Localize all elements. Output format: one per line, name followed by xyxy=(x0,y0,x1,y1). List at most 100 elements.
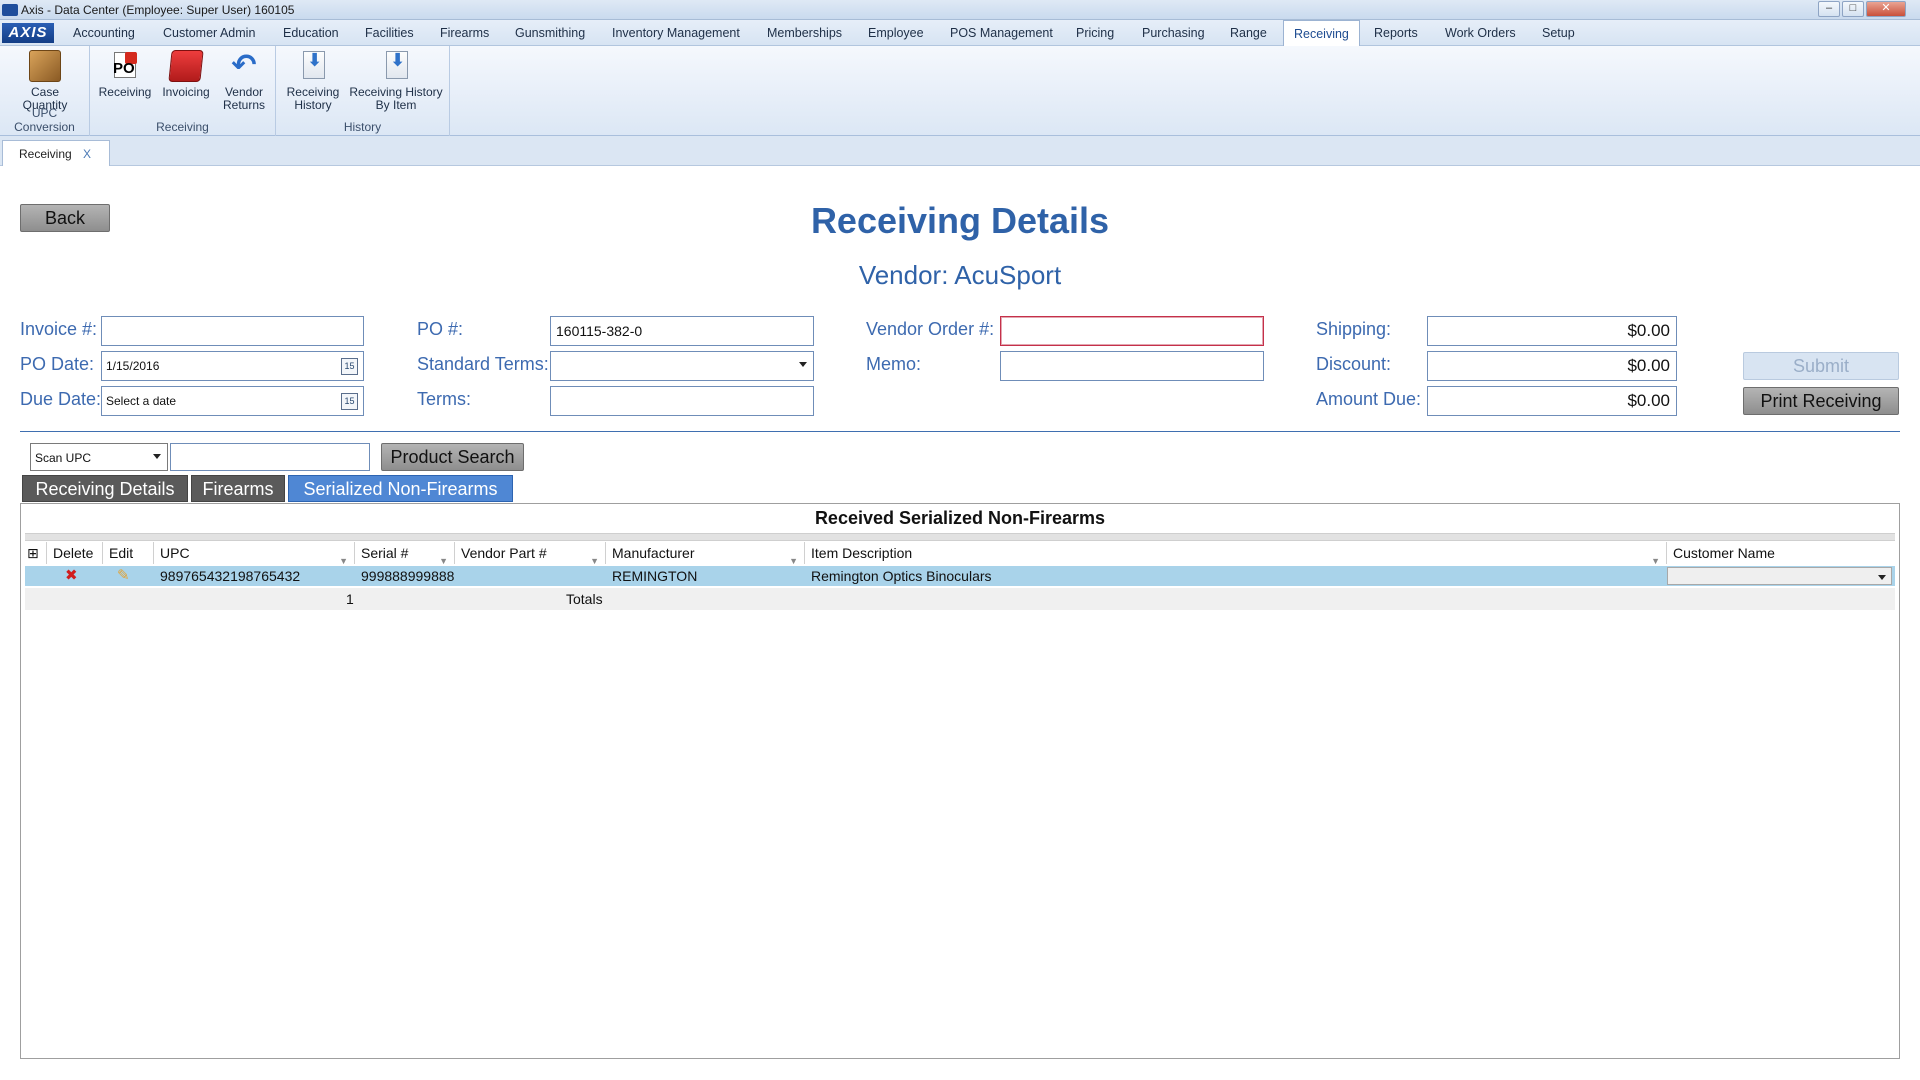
pencil-icon[interactable]: ✎ xyxy=(111,566,130,586)
menu-facilities[interactable]: Facilities xyxy=(365,20,414,46)
calendar-icon[interactable]: 15 xyxy=(341,393,358,410)
menu-memberships[interactable]: Memberships xyxy=(767,20,842,46)
menu-gunsmithing[interactable]: Gunsmithing xyxy=(515,20,585,46)
doc-tab-receiving[interactable]: Receiving X xyxy=(2,140,110,166)
history-icon: ⬇ xyxy=(380,50,412,82)
tab-firearms[interactable]: Firearms xyxy=(191,475,285,502)
main-menu-bar: AXIS Accounting Customer Admin Education… xyxy=(0,20,1920,47)
menu-receiving[interactable]: Receiving xyxy=(1283,20,1360,47)
case-quantity-button[interactable]: Case Quantity xyxy=(4,50,86,112)
close-window-button[interactable]: ✕ xyxy=(1866,1,1906,17)
calendar-icon[interactable]: 15 xyxy=(341,358,358,375)
shipping-field[interactable]: $0.00 xyxy=(1427,316,1677,346)
axis-logo: AXIS xyxy=(2,23,54,43)
ribbon-button-label: History xyxy=(294,98,332,112)
column-chooser-icon[interactable]: ⊞ xyxy=(25,542,47,564)
ribbon: Case Quantity UPC Conversion PO Receivin… xyxy=(0,46,1920,136)
vendor-order-field[interactable] xyxy=(1000,316,1264,346)
menu-range[interactable]: Range xyxy=(1230,20,1267,46)
menu-pricing[interactable]: Pricing xyxy=(1076,20,1114,46)
due-date-label: Due Date: xyxy=(20,389,102,409)
doc-tab-label: Receiving xyxy=(19,147,72,161)
column-header-label: Item Description xyxy=(811,545,913,561)
amount-due-label: Amount Due: xyxy=(1316,389,1422,409)
receiving-history-button[interactable]: ⬇ Receiving History xyxy=(282,50,344,112)
menu-customer-admin[interactable]: Customer Admin xyxy=(163,20,255,46)
scan-mode-value: Scan UPC xyxy=(35,451,92,465)
close-tab-icon[interactable]: X xyxy=(83,141,91,167)
terms-field[interactable] xyxy=(550,386,814,416)
column-header-upc[interactable]: UPC ▼ xyxy=(154,542,355,566)
column-header-label: Manufacturer xyxy=(612,545,695,561)
menu-reports[interactable]: Reports xyxy=(1374,20,1418,46)
minimize-button[interactable]: ‒ xyxy=(1818,1,1840,17)
totals-label: Totals xyxy=(566,591,603,607)
tab-receiving-details[interactable]: Receiving Details xyxy=(22,475,188,502)
cell-vendor-part xyxy=(455,566,461,586)
po-date-picker[interactable]: 1/15/2016 15 xyxy=(101,351,364,381)
vendor-returns-button[interactable]: ↶ Vendor Returns xyxy=(216,50,272,112)
totals-count: 1 xyxy=(346,591,354,607)
column-header-customer-name[interactable]: Customer Name xyxy=(1667,542,1895,564)
serialized-non-firearms-grid: Received Serialized Non-Firearms ⊞ Delet… xyxy=(20,503,1900,1059)
invoicing-button[interactable]: Invoicing xyxy=(156,50,216,99)
column-header-manufacturer[interactable]: Manufacturer ▼ xyxy=(606,542,805,566)
menu-work-orders[interactable]: Work Orders xyxy=(1445,20,1516,46)
group-label: History xyxy=(343,120,382,134)
maximize-button[interactable]: □ xyxy=(1842,1,1864,17)
invoice-field[interactable] xyxy=(101,316,364,346)
totals-row xyxy=(25,588,1895,610)
menu-pos-management[interactable]: POS Management xyxy=(950,20,1053,46)
document-tab-strip: Receiving X xyxy=(0,136,1920,166)
page-title: Receiving Details xyxy=(810,200,1110,241)
column-header-item-description[interactable]: Item Description ▼ xyxy=(805,542,1667,566)
scan-mode-select[interactable]: Scan UPC xyxy=(30,443,168,471)
upc-search-input[interactable] xyxy=(170,443,370,471)
amount-due-field[interactable]: $0.00 xyxy=(1427,386,1677,416)
delete-icon[interactable]: ✖ xyxy=(59,566,78,586)
standard-terms-select[interactable] xyxy=(550,351,814,381)
invoice-label: Invoice #: xyxy=(20,319,98,339)
ribbon-button-label: By Item xyxy=(375,98,417,112)
app-icon xyxy=(2,4,18,16)
po-number-field[interactable]: 160115-382-0 xyxy=(550,316,814,346)
product-search-button[interactable]: Product Search xyxy=(381,443,524,471)
po-icon: PO xyxy=(109,50,141,82)
column-header-delete[interactable]: Delete xyxy=(47,542,103,564)
column-header-vendor-part[interactable]: Vendor Part # ▼ xyxy=(455,542,606,566)
print-receiving-button[interactable]: Print Receiving xyxy=(1743,387,1899,415)
due-date-picker[interactable]: Select a date 15 xyxy=(101,386,364,416)
menu-accounting[interactable]: Accounting xyxy=(73,20,135,46)
window-title: Axis - Data Center (Employee: Super User… xyxy=(21,3,295,17)
menu-setup[interactable]: Setup xyxy=(1542,20,1575,46)
section-divider xyxy=(20,431,1900,432)
column-header-label: UPC xyxy=(160,545,190,561)
column-header-serial[interactable]: Serial # ▼ xyxy=(355,542,455,566)
menu-purchasing[interactable]: Purchasing xyxy=(1142,20,1205,46)
submit-button[interactable]: Submit xyxy=(1743,352,1899,380)
group-label: Receiving xyxy=(156,120,209,134)
menu-inventory-management[interactable]: Inventory Management xyxy=(612,20,740,46)
column-header-edit[interactable]: Edit xyxy=(103,542,154,564)
box-icon xyxy=(29,50,61,82)
cell-item-description: Remington Optics Binoculars xyxy=(811,568,992,584)
cell-serial: 999888999888 xyxy=(361,568,455,584)
tab-serialized-non-firearms[interactable]: Serialized Non-Firearms xyxy=(288,475,513,502)
history-icon: ⬇ xyxy=(297,50,329,82)
memo-label: Memo: xyxy=(866,354,922,374)
ribbon-button-label: Invoicing xyxy=(162,85,210,99)
menu-education[interactable]: Education xyxy=(283,20,339,46)
discount-field[interactable]: $0.00 xyxy=(1427,351,1677,381)
ribbon-group-upc-conversion: Case Quantity UPC Conversion xyxy=(0,46,90,136)
column-header-label: Vendor Part # xyxy=(461,545,547,561)
folder-icon xyxy=(168,50,204,82)
due-date-placeholder: Select a date xyxy=(106,394,177,408)
customer-name-select[interactable] xyxy=(1667,567,1892,585)
receiving-button[interactable]: PO Receiving xyxy=(96,50,154,99)
menu-employee[interactable]: Employee xyxy=(868,20,924,46)
menu-firearms[interactable]: Firearms xyxy=(440,20,489,46)
memo-field[interactable] xyxy=(1000,351,1264,381)
receiving-history-by-item-button[interactable]: ⬇ Receiving History By Item xyxy=(346,50,446,112)
group-panel-bar xyxy=(25,533,1895,541)
group-label: UPC Conversion xyxy=(14,106,75,134)
